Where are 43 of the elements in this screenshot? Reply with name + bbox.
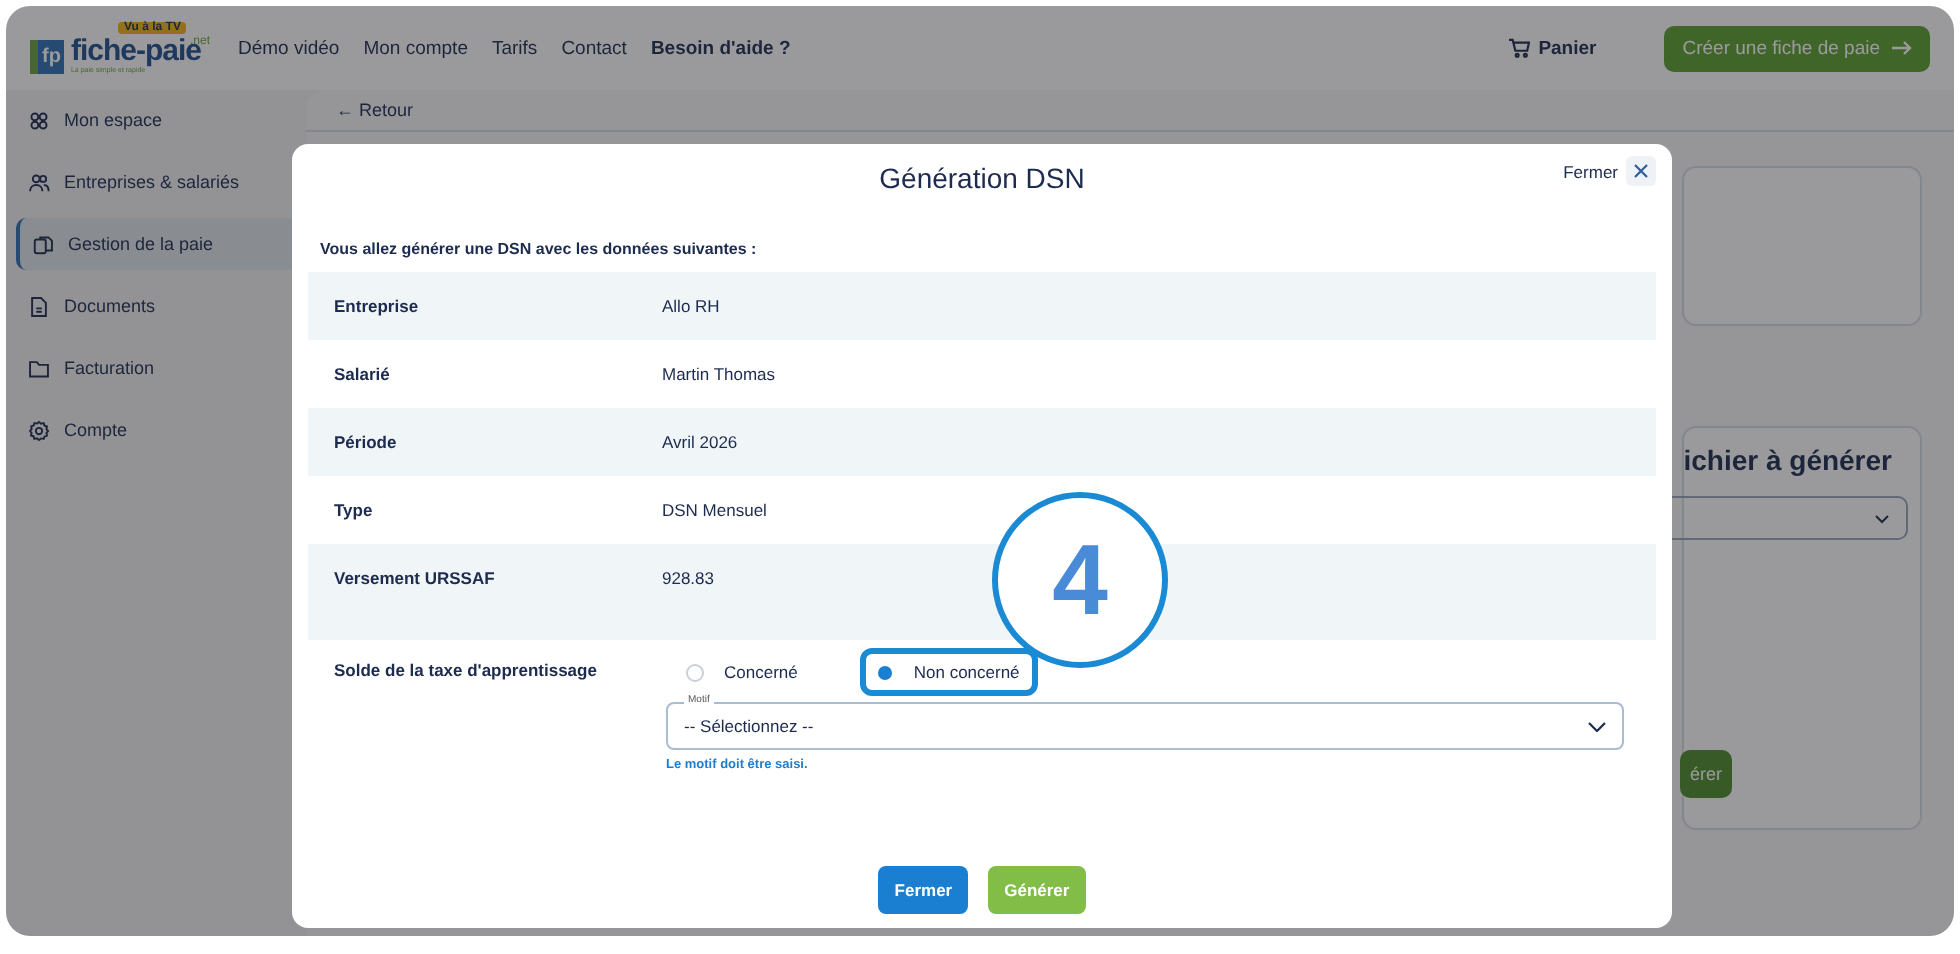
close-icon[interactable] (1626, 156, 1656, 186)
folder-icon (28, 357, 50, 379)
field-label: Type (334, 500, 375, 520)
chevron-icon (1874, 513, 1890, 523)
grid-icon (28, 109, 50, 131)
chevron-icon (1588, 721, 1606, 731)
field-label: Salarié (334, 364, 392, 384)
field-value: Avril 2026 (662, 432, 740, 452)
back-link[interactable]: ← Retour (336, 100, 414, 120)
document-icon (28, 295, 50, 317)
generate-button[interactable]: érer (1679, 750, 1732, 798)
dialog-title: Génération DSN (879, 160, 1085, 194)
field-label: Solde de la taxe d'apprentissage (334, 660, 599, 684)
arrow-icon (1892, 40, 1912, 56)
cart-link[interactable]: Panier (1508, 37, 1597, 59)
radio-icon[interactable] (686, 663, 704, 681)
close-button[interactable]: Fermer (878, 866, 969, 914)
sidebar-item[interactable]: Compte (16, 404, 296, 456)
field-value: Martin Thomas (662, 364, 778, 384)
nav-link[interactable]: Contact (561, 37, 627, 59)
field-label: Versement URSSAF (334, 568, 497, 588)
sidebar-item[interactable]: Entreprises & salariés (16, 156, 296, 208)
nav-link[interactable]: Tarifs (491, 37, 538, 59)
card-heading: ichier à générer (1683, 444, 1892, 476)
close-link[interactable]: Fermer (1563, 161, 1618, 181)
radio-option[interactable]: Non concerné (859, 648, 1038, 696)
nav-link[interactable]: Démo vidéo (238, 37, 340, 59)
field-label: Période (334, 432, 399, 452)
sidebar-item[interactable]: Documents (16, 280, 296, 332)
field-label: Entreprise (334, 296, 421, 316)
field-value: Allo RH (662, 296, 722, 316)
people-icon (28, 171, 50, 193)
intro-text: Vous allez générer une DSN avec les données suivantes : (318, 238, 759, 262)
field-value: DSN Mensuel (662, 500, 769, 520)
field-value: 928.83 (662, 568, 716, 588)
nav-link[interactable]: Mon compte (363, 37, 468, 59)
cart-icon (1508, 38, 1531, 58)
gear-icon (28, 419, 50, 441)
sidebar-item[interactable]: Facturation (16, 342, 296, 394)
nav-link[interactable]: Besoin d'aide ? (650, 37, 791, 59)
copy-icon (32, 233, 54, 255)
sidebar-item[interactable]: Mon espace (16, 94, 296, 146)
sidebar-item[interactable]: Gestion de la paie (16, 218, 296, 270)
